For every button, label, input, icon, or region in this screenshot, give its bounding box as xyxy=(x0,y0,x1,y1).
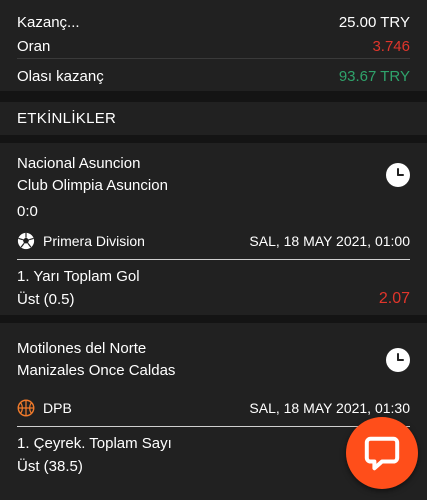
potential-win-value: 93.67 TRY xyxy=(338,67,410,85)
potential-win-label: Olası kazanç xyxy=(17,67,104,85)
event-card[interactable]: Nacional Asuncion Club Olimpia Asuncion … xyxy=(0,143,427,315)
clock-icon xyxy=(386,163,410,187)
away-team: Manizales Once Caldas xyxy=(17,362,176,379)
home-team: Motilones del Norte xyxy=(17,340,147,357)
market-name: 1. Yarı Toplam Gol xyxy=(17,268,140,285)
chat-bubble-icon xyxy=(364,436,400,471)
events-section-header: ETKİNLİKLER xyxy=(0,102,427,135)
bet-summary: Kazanç... 25.00 TRY Oran 3.746 Olası kaz… xyxy=(0,0,427,91)
section-title: ETKİNLİKLER xyxy=(17,110,117,127)
match-meta: DPB SAL, 18 MAY 2021, 01:30 xyxy=(17,396,410,420)
match-score: 0:0 xyxy=(17,203,38,220)
league-name: Primera Division xyxy=(43,233,145,249)
odds-value: 3.746 xyxy=(372,37,410,55)
match-datetime: SAL, 18 MAY 2021, 01:30 xyxy=(249,400,410,416)
match-meta: Primera Division SAL, 18 MAY 2021, 01:00 xyxy=(17,229,410,253)
live-chat-button[interactable] xyxy=(346,417,418,489)
league-name: DPB xyxy=(43,400,72,416)
odds-label: Oran xyxy=(17,37,51,55)
clock-icon xyxy=(386,348,410,372)
soccer-ball-icon xyxy=(17,232,35,250)
odds-row: Oran 3.746 xyxy=(17,34,410,58)
selection-row: Üst (0.5) 2.07 xyxy=(17,288,410,310)
home-team: Nacional Asuncion xyxy=(17,155,141,172)
divider xyxy=(17,58,410,59)
stake-value: 25.00 TRY xyxy=(338,13,410,31)
basketball-icon xyxy=(17,399,35,417)
stake-label: Kazanç... xyxy=(17,13,80,31)
selection-odd: 2.07 xyxy=(378,290,410,307)
away-team: Club Olimpia Asuncion xyxy=(17,177,168,194)
selection-name: Üst (38.5) xyxy=(17,457,83,475)
selection-name: Üst (0.5) xyxy=(17,290,75,308)
potential-win-row: Olası kazanç 93.67 TRY xyxy=(17,61,410,91)
match-datetime: SAL, 18 MAY 2021, 01:00 xyxy=(249,233,410,249)
stake-row: Kazanç... 25.00 TRY xyxy=(17,10,410,34)
